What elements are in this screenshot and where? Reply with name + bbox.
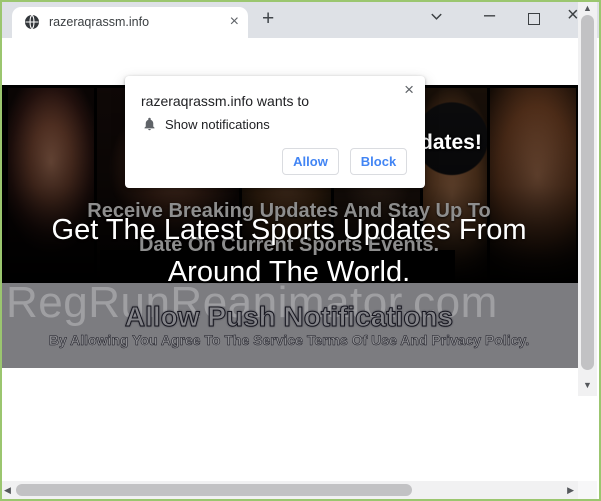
horizontal-scrollbar[interactable]: ◀ ▶ <box>0 481 578 499</box>
scroll-left-icon[interactable]: ◀ <box>4 485 11 496</box>
new-tab-button[interactable]: + <box>262 7 274 31</box>
tab-strip: razeraqrassm.info × + – × <box>0 0 601 38</box>
block-button[interactable]: Block <box>350 148 407 175</box>
notification-permission-dialog: × razeraqrassm.info wants to Show notifi… <box>125 76 425 188</box>
globe-favicon-icon <box>24 14 40 30</box>
headline-fragment: dates! <box>420 131 482 155</box>
browser-window: razeraqrassm.info × + – × ← → <box>0 0 601 501</box>
browser-tab[interactable]: razeraqrassm.info × <box>12 7 248 38</box>
terms-text: By Allowing You Agree To The Service Ter… <box>0 332 578 348</box>
vertical-scrollbar[interactable]: ▲ ▼ <box>578 0 597 396</box>
scroll-right-icon[interactable]: ▶ <box>567 485 574 496</box>
tab-close-icon[interactable]: × <box>230 12 239 32</box>
tab-title: razeraqrassm.info <box>49 15 149 29</box>
headline-line1: Get The Latest Sports Updates From <box>0 214 578 247</box>
permission-label: Show notifications <box>165 117 270 132</box>
window-minimize-button[interactable]: – <box>484 4 495 27</box>
window-close-button[interactable]: × <box>567 4 579 27</box>
horizontal-scrollbar-thumb[interactable] <box>16 484 412 496</box>
window-chevron-down-icon[interactable] <box>429 9 444 29</box>
scroll-down-icon[interactable]: ▼ <box>578 380 597 390</box>
scroll-up-icon[interactable]: ▲ <box>578 3 597 13</box>
allow-push-cta-text: Allow Push Notifications <box>0 301 578 333</box>
window-maximize-button[interactable] <box>528 13 540 25</box>
vertical-scrollbar-thumb[interactable] <box>581 15 594 370</box>
dialog-title: razeraqrassm.info wants to <box>141 93 309 109</box>
scrollbar-corner <box>578 481 597 499</box>
allow-button[interactable]: Allow <box>282 148 339 175</box>
bell-icon <box>142 116 157 137</box>
headline-line2: Around The World. <box>0 256 578 289</box>
dialog-close-icon[interactable]: × <box>404 80 414 100</box>
